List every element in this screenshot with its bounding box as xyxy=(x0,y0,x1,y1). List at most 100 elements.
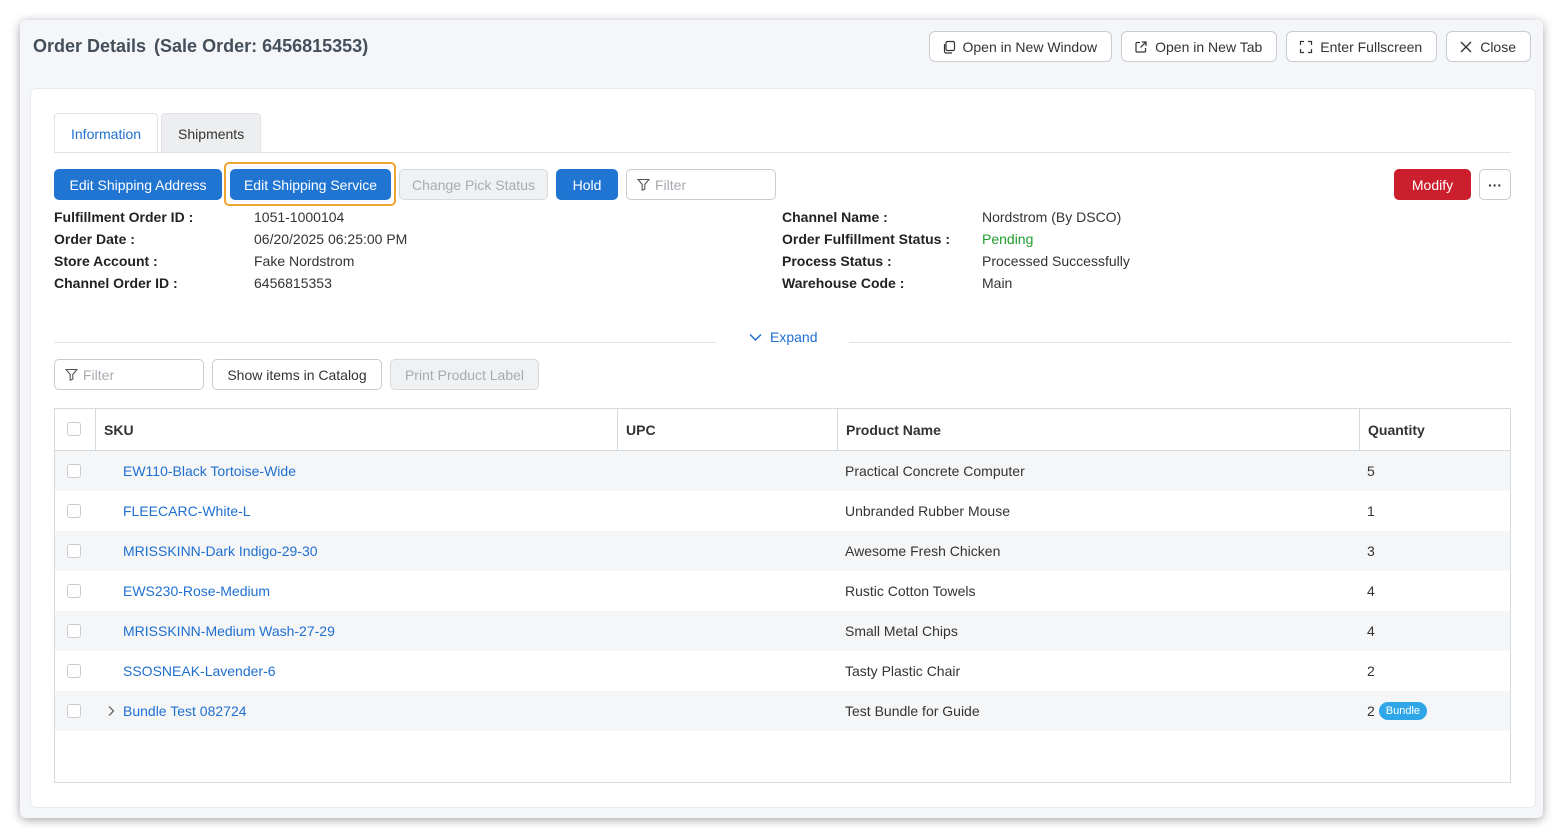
info-row: Channel Name : Nordstrom (By DSCO) xyxy=(782,206,1130,228)
info-label: Fulfillment Order ID : xyxy=(54,209,194,225)
sku-link[interactable]: SSOSNEAK-Lavender-6 xyxy=(123,651,276,691)
info-value: 1051-1000104 xyxy=(254,209,345,225)
window-title: Order Details (Sale Order: 6456815353) xyxy=(33,36,368,57)
sku-link[interactable]: MRISSKINN-Dark Indigo-29-30 xyxy=(123,531,318,571)
divider xyxy=(54,342,716,343)
edit-shipping-service-button[interactable]: Edit Shipping Service xyxy=(230,169,391,200)
more-actions-button[interactable]: ··· xyxy=(1479,169,1511,200)
print-product-label-button[interactable]: Print Product Label xyxy=(390,359,539,390)
select-all-checkbox[interactable] xyxy=(67,422,81,436)
table-row[interactable]: SSOSNEAK-Lavender-6 Tasty Plastic Chair … xyxy=(55,651,1510,691)
table-row[interactable]: EW110-Black Tortoise-Wide Practical Conc… xyxy=(55,451,1510,491)
open-new-window-button[interactable]: Open in New Window xyxy=(928,31,1113,62)
row-checkbox[interactable] xyxy=(67,504,81,518)
expand-label: Expand xyxy=(770,329,818,345)
column-header-upc[interactable]: UPC xyxy=(626,409,656,450)
items-filter-input[interactable]: Filter xyxy=(54,359,204,390)
row-checkbox[interactable] xyxy=(67,664,81,678)
title-subtitle: (Sale Order: 6456815353) xyxy=(154,36,369,56)
sku-link[interactable]: FLEECARC-White-L xyxy=(123,491,251,531)
product-name-cell: Small Metal Chips xyxy=(845,623,958,639)
change-pick-status-button[interactable]: Change Pick Status xyxy=(399,169,548,200)
row-checkbox[interactable] xyxy=(67,584,81,598)
items-filter-placeholder: Filter xyxy=(83,366,115,383)
quantity-cell: 2 xyxy=(1367,663,1375,679)
tab-information[interactable]: Information xyxy=(54,113,159,153)
items-table: SKU UPC Product Name Quantity EW110-Blac… xyxy=(54,408,1511,783)
edit-shipping-address-button[interactable]: Edit Shipping Address xyxy=(54,169,222,200)
column-separator xyxy=(95,409,96,450)
table-row[interactable]: Bundle Test 082724 Test Bundle for Guide… xyxy=(55,691,1510,731)
hold-button[interactable]: Hold xyxy=(556,169,618,200)
modify-button[interactable]: Modify xyxy=(1394,169,1471,200)
info-value: 06/20/2025 06:25:00 PM xyxy=(254,231,408,247)
row-checkbox[interactable] xyxy=(67,704,81,718)
quantity-value: 2 xyxy=(1367,703,1375,719)
filter-icon xyxy=(637,178,650,191)
quantity-cell: 4 xyxy=(1367,583,1375,599)
order-toolbar: Edit Shipping Address Edit Shipping Serv… xyxy=(54,162,1511,206)
open-new-window-label: Open in New Window xyxy=(962,38,1098,55)
column-header-quantity[interactable]: Quantity xyxy=(1368,409,1425,450)
copy-icon xyxy=(942,40,956,54)
column-header-sku[interactable]: SKU xyxy=(104,409,134,450)
order-details-window: Order Details (Sale Order: 6456815353) Op… xyxy=(20,20,1543,818)
info-label: Order Date : xyxy=(54,231,135,247)
sku-link[interactable]: MRISSKINN-Medium Wash-27-29 xyxy=(123,611,335,651)
info-value: Nordstrom (By DSCO) xyxy=(982,209,1122,225)
fullscreen-icon xyxy=(1299,40,1313,54)
open-new-tab-button[interactable]: Open in New Tab xyxy=(1121,31,1278,62)
row-checkbox[interactable] xyxy=(67,464,81,478)
info-label: Channel Name : xyxy=(782,209,888,225)
order-info-left: Fulfillment Order ID : 1051-1000104 Order… xyxy=(54,206,407,294)
info-value: Fake Nordstrom xyxy=(254,253,355,269)
quantity-cell: 1 xyxy=(1367,503,1375,519)
quantity-cell: 5 xyxy=(1367,463,1375,479)
info-label: Order Fulfillment Status : xyxy=(782,231,951,247)
info-row: Fulfillment Order ID : 1051-1000104 xyxy=(54,206,407,228)
info-value: 6456815353 xyxy=(254,275,332,291)
row-checkbox[interactable] xyxy=(67,544,81,558)
fulfillment-status-value: Pending xyxy=(982,231,1034,247)
info-label: Channel Order ID : xyxy=(54,275,178,291)
open-new-tab-label: Open in New Tab xyxy=(1155,38,1263,55)
quantity-cell: 3 xyxy=(1367,543,1375,559)
column-separator xyxy=(1359,409,1360,450)
info-row: Order Date : 06/20/2025 06:25:00 PM xyxy=(54,228,407,250)
table-row[interactable]: EWS230-Rose-Medium Rustic Cotton Towels … xyxy=(55,571,1510,611)
column-separator xyxy=(617,409,618,450)
column-header-product-name[interactable]: Product Name xyxy=(846,409,941,450)
content-panel: Information Shipments Edit Shipping Addr… xyxy=(30,88,1536,808)
sku-link[interactable]: Bundle Test 082724 xyxy=(123,691,247,731)
tab-shipments[interactable]: Shipments xyxy=(161,113,262,153)
enter-fullscreen-button[interactable]: Enter Fullscreen xyxy=(1286,31,1438,62)
info-row: Order Fulfillment Status : Pending xyxy=(782,228,1130,250)
column-separator xyxy=(837,409,838,450)
close-button[interactable]: Close xyxy=(1446,31,1531,62)
bundle-badge: Bundle xyxy=(1378,702,1428,720)
show-items-catalog-button[interactable]: Show items in Catalog xyxy=(212,359,382,390)
title-bar: Order Details (Sale Order: 6456815353) Op… xyxy=(20,20,1543,76)
row-checkbox[interactable] xyxy=(67,624,81,638)
product-name-cell: Unbranded Rubber Mouse xyxy=(845,503,1010,519)
product-name-cell: Awesome Fresh Chicken xyxy=(845,543,1001,559)
expand-button[interactable]: Expand xyxy=(749,329,817,345)
product-name-cell: Tasty Plastic Chair xyxy=(845,663,961,679)
info-label: Store Account : xyxy=(54,253,158,269)
table-row[interactable]: FLEECARC-White-L Unbranded Rubber Mouse … xyxy=(55,491,1510,531)
close-icon xyxy=(1459,40,1473,54)
tab-bar: Information Shipments xyxy=(54,113,264,153)
quantity-cell: 4 xyxy=(1367,623,1375,639)
sku-link[interactable]: EW110-Black Tortoise-Wide xyxy=(123,451,296,491)
chevron-down-icon xyxy=(749,333,762,342)
info-label: Process Status : xyxy=(782,253,892,269)
sku-link[interactable]: EWS230-Rose-Medium xyxy=(123,571,270,611)
enter-fullscreen-label: Enter Fullscreen xyxy=(1320,38,1423,55)
close-label: Close xyxy=(1480,38,1516,55)
info-row: Channel Order ID : 6456815353 xyxy=(54,272,407,294)
chevron-right-icon[interactable] xyxy=(107,691,115,731)
table-row[interactable]: MRISSKINN-Dark Indigo-29-30 Awesome Fres… xyxy=(55,531,1510,571)
order-filter-input[interactable]: Filter xyxy=(626,169,776,200)
table-row[interactable]: MRISSKINN-Medium Wash-27-29 Small Metal … xyxy=(55,611,1510,651)
window-actions: Open in New Window Open in New Tab Enter… xyxy=(928,31,1531,62)
